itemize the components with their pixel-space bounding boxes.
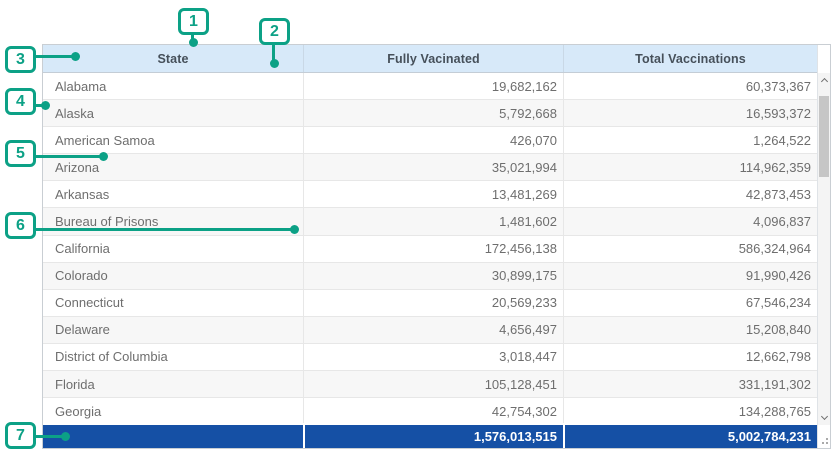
- callout-1-badge: 1: [178, 8, 209, 35]
- cell-fully-vacinated: 20,569,233: [303, 290, 563, 316]
- table-row[interactable]: Arkansas13,481,26942,873,453: [43, 181, 817, 208]
- vertical-scrollbar[interactable]: [817, 45, 830, 448]
- cell-state: Connecticut: [43, 290, 303, 316]
- cell-total-vaccinations: 91,990,426: [563, 263, 817, 289]
- scrollbar-bottom-spacer: [818, 425, 830, 448]
- table-row[interactable]: California172,456,138586,324,964: [43, 236, 817, 263]
- cell-fully-vacinated: 426,070: [303, 127, 563, 153]
- cell-total-vaccinations: 60,373,367: [563, 73, 817, 99]
- summary-cell-fully-vacinated: 1,576,013,515: [303, 425, 563, 448]
- cell-state: Arkansas: [43, 181, 303, 207]
- scroll-down-button[interactable]: [818, 411, 830, 425]
- cell-total-vaccinations: 42,873,453: [563, 181, 817, 207]
- cell-total-vaccinations: 16,593,372: [563, 100, 817, 126]
- callout-2-dot: [270, 59, 279, 68]
- cell-state: Florida: [43, 371, 303, 397]
- column-header-state[interactable]: State: [43, 45, 303, 72]
- callout-1-dot: [189, 38, 198, 47]
- callout-7-line: [34, 435, 64, 438]
- resize-grip-icon[interactable]: [820, 435, 829, 444]
- scrollbar-track[interactable]: [818, 73, 830, 425]
- vaccination-table-widget: State Fully Vacinated Total Vaccinations…: [42, 44, 831, 449]
- cell-total-vaccinations: 1,264,522: [563, 127, 817, 153]
- cell-fully-vacinated: 4,656,497: [303, 317, 563, 343]
- column-header-total-vaccinations[interactable]: Total Vaccinations: [563, 45, 817, 72]
- cell-state: Arizona: [43, 154, 303, 180]
- scrollbar-thumb[interactable]: [819, 96, 829, 177]
- callout-6-badge: 6: [5, 212, 36, 239]
- cell-fully-vacinated: 42,754,302: [303, 398, 563, 423]
- annotated-screenshot: State Fully Vacinated Total Vaccinations…: [0, 0, 833, 453]
- table-row[interactable]: Delaware4,656,49715,208,840: [43, 317, 817, 344]
- cell-state: Georgia: [43, 398, 303, 423]
- summary-cell-state: [43, 425, 303, 448]
- cell-total-vaccinations: 15,208,840: [563, 317, 817, 343]
- cell-state: California: [43, 236, 303, 262]
- cell-fully-vacinated: 172,456,138: [303, 236, 563, 262]
- table-header-row: State Fully Vacinated Total Vaccinations: [43, 45, 817, 73]
- callout-3-dot: [71, 52, 80, 61]
- cell-state: District of Columbia: [43, 344, 303, 370]
- summary-cell-total-vaccinations: 5,002,784,231: [563, 425, 817, 448]
- cell-fully-vacinated: 19,682,162: [303, 73, 563, 99]
- table-row[interactable]: Florida105,128,451331,191,302: [43, 371, 817, 398]
- scroll-up-button[interactable]: [818, 73, 830, 87]
- table-row[interactable]: District of Columbia3,018,44712,662,798: [43, 344, 817, 371]
- callout-3-line: [34, 55, 76, 58]
- callout-7-badge: 7: [5, 422, 36, 449]
- table-row[interactable]: Alabama19,682,16260,373,367: [43, 73, 817, 100]
- callout-6-dot: [290, 225, 299, 234]
- table-body: Alabama19,682,16260,373,367Alaska5,792,6…: [43, 73, 817, 423]
- column-header-fully-vacinated[interactable]: Fully Vacinated: [303, 45, 563, 72]
- cell-fully-vacinated: 30,899,175: [303, 263, 563, 289]
- callout-4-badge: 4: [5, 88, 36, 115]
- cell-total-vaccinations: 331,191,302: [563, 371, 817, 397]
- cell-state: Alabama: [43, 73, 303, 99]
- callout-2-badge: 2: [259, 18, 290, 45]
- cell-fully-vacinated: 13,481,269: [303, 181, 563, 207]
- cell-total-vaccinations: 134,288,765: [563, 398, 817, 423]
- cell-total-vaccinations: 12,662,798: [563, 344, 817, 370]
- table-main: State Fully Vacinated Total Vaccinations…: [43, 45, 817, 448]
- table-row[interactable]: Georgia42,754,302134,288,765: [43, 398, 817, 423]
- cell-total-vaccinations: 4,096,837: [563, 208, 817, 234]
- cell-total-vaccinations: 114,962,359: [563, 154, 817, 180]
- cell-state: Colorado: [43, 263, 303, 289]
- cell-fully-vacinated: 5,792,668: [303, 100, 563, 126]
- callout-4-dot: [41, 101, 50, 110]
- summary-row: 1,576,013,515 5,002,784,231: [43, 425, 817, 448]
- cell-fully-vacinated: 35,021,994: [303, 154, 563, 180]
- callout-5-badge: 5: [5, 140, 36, 167]
- callout-6-line: [34, 228, 292, 231]
- cell-state: Alaska: [43, 100, 303, 126]
- table-row[interactable]: Colorado30,899,17591,990,426: [43, 263, 817, 290]
- callout-5-dot: [99, 152, 108, 161]
- cell-total-vaccinations: 67,546,234: [563, 290, 817, 316]
- cell-fully-vacinated: 3,018,447: [303, 344, 563, 370]
- chevron-up-icon: [820, 78, 827, 85]
- cell-state: Delaware: [43, 317, 303, 343]
- callout-5-line: [34, 155, 102, 158]
- callout-3-badge: 3: [5, 46, 36, 73]
- callout-7-dot: [61, 432, 70, 441]
- table-row[interactable]: Bureau of Prisons1,481,6024,096,837: [43, 208, 817, 235]
- chevron-down-icon: [820, 413, 827, 420]
- table-row[interactable]: Connecticut20,569,23367,546,234: [43, 290, 817, 317]
- table-row[interactable]: Arizona35,021,994114,962,359: [43, 154, 817, 181]
- table-row[interactable]: Alaska5,792,66816,593,372: [43, 100, 817, 127]
- cell-total-vaccinations: 586,324,964: [563, 236, 817, 262]
- cell-state: American Samoa: [43, 127, 303, 153]
- cell-fully-vacinated: 105,128,451: [303, 371, 563, 397]
- scrollbar-top-spacer: [818, 45, 830, 73]
- cell-fully-vacinated: 1,481,602: [303, 208, 563, 234]
- table-row[interactable]: American Samoa426,0701,264,522: [43, 127, 817, 154]
